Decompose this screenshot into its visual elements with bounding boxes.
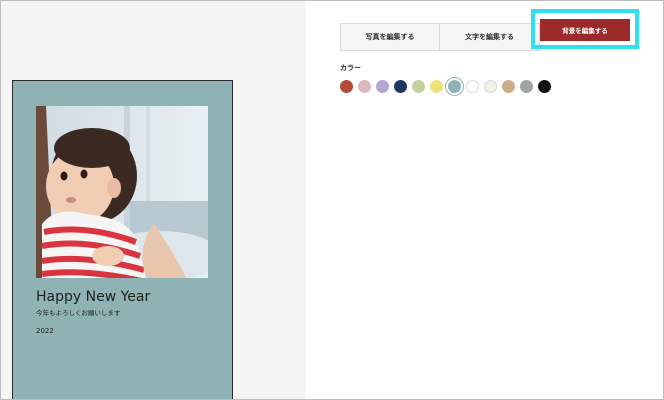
- color-swatch[interactable]: [394, 80, 407, 93]
- highlight-box: 背景を編集する: [531, 9, 639, 49]
- color-swatch[interactable]: [448, 80, 461, 93]
- tab-edit-photo[interactable]: 写真を編集する: [340, 23, 440, 51]
- card-preview: Happy New Year 今年もよろしくお願いします 2022: [12, 80, 233, 399]
- color-swatch[interactable]: [358, 80, 371, 93]
- color-swatch[interactable]: [340, 80, 353, 93]
- tab-edit-background[interactable]: 背景を編集する: [540, 19, 630, 41]
- color-swatch[interactable]: [538, 80, 551, 93]
- tab-edit-text[interactable]: 文字を編集する: [440, 23, 540, 51]
- color-swatch[interactable]: [484, 80, 497, 93]
- color-swatches: [340, 80, 551, 93]
- card-photo[interactable]: [36, 106, 208, 278]
- app-frame: Happy New Year 今年もよろしくお願いします 2022 写真を編集す…: [0, 0, 664, 400]
- card-year[interactable]: 2022: [36, 327, 54, 335]
- color-swatch[interactable]: [502, 80, 515, 93]
- color-label: カラー: [340, 64, 361, 72]
- color-swatch[interactable]: [520, 80, 533, 93]
- editor-pane: 写真を編集する 文字を編集する 背景を編集する カラー: [306, 1, 663, 399]
- card-subtitle[interactable]: 今年もよろしくお願いします: [36, 307, 121, 317]
- baby-photo-image: [36, 106, 208, 278]
- preview-pane: Happy New Year 今年もよろしくお願いします 2022: [1, 1, 306, 399]
- card-title[interactable]: Happy New Year: [36, 289, 150, 305]
- color-swatch[interactable]: [466, 80, 479, 93]
- color-swatch[interactable]: [430, 80, 443, 93]
- color-swatch[interactable]: [376, 80, 389, 93]
- color-swatch[interactable]: [412, 80, 425, 93]
